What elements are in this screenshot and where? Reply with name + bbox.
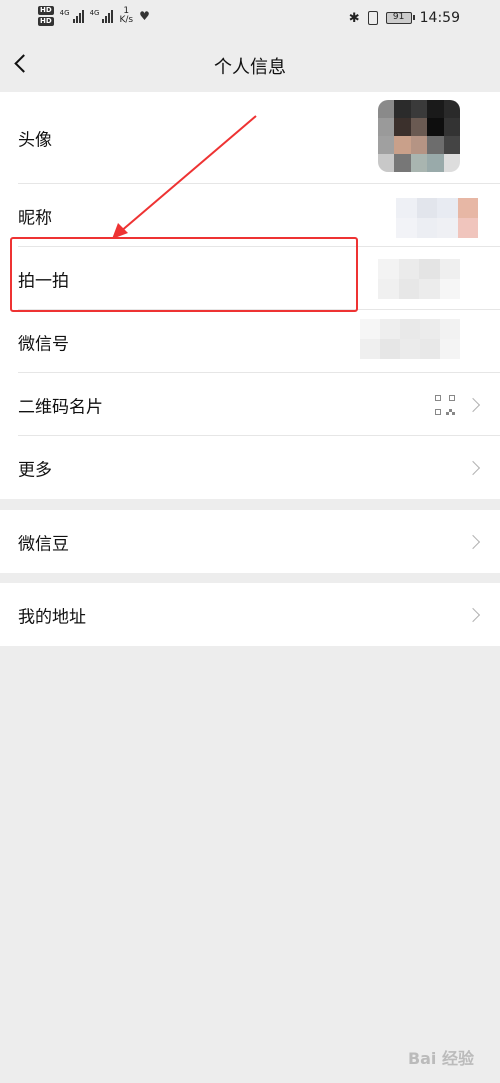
row-label: 头像 xyxy=(18,130,52,151)
row-label: 更多 xyxy=(18,460,52,480)
status-bar: HD HD 4G 4G 1 K/s ♥ ✱ 91 14:59 xyxy=(0,0,500,38)
row-avatar[interactable]: 头像 xyxy=(0,92,500,184)
network-speed: 1 K/s xyxy=(119,6,134,25)
hd-badge: HD xyxy=(38,6,54,15)
row-label: 我的地址 xyxy=(18,607,86,627)
row-label: 昵称 xyxy=(18,208,52,228)
page-title: 个人信息 xyxy=(214,57,286,78)
chevron-right-icon xyxy=(465,397,481,412)
chevron-right-icon xyxy=(465,607,481,622)
nav-bar: 个人信息 xyxy=(0,38,500,92)
signal-icon: 4G xyxy=(60,9,84,23)
chevron-right-icon xyxy=(465,460,481,475)
wechat-id-value xyxy=(360,319,460,359)
row-label: 二维码名片 xyxy=(18,397,103,417)
watermark: Bai 经验 xyxy=(407,1049,474,1068)
row-qr-card[interactable]: 二维码名片 xyxy=(0,373,500,436)
address-group: 我的地址 xyxy=(0,583,500,646)
network-type: 4G xyxy=(89,9,100,17)
status-time: 14:59 xyxy=(419,10,460,26)
wechat-beans-group: 微信豆 xyxy=(0,510,500,573)
bluetooth-icon: ✱ xyxy=(348,10,360,26)
row-label: 微信号 xyxy=(18,334,69,354)
status-right: ✱ 91 14:59 xyxy=(349,10,460,26)
status-left: HD HD 4G 4G 1 K/s ♥ xyxy=(38,6,150,26)
row-wechat-beans[interactable]: 微信豆 xyxy=(0,510,500,573)
row-my-address[interactable]: 我的地址 xyxy=(0,583,500,646)
heart-pulse-icon: ♥ xyxy=(139,9,150,23)
battery-icon: 91 xyxy=(385,12,415,24)
avatar[interactable] xyxy=(378,100,460,172)
highlight-box xyxy=(10,237,358,312)
hd-badge: HD xyxy=(38,17,54,26)
signal-icon: 4G xyxy=(90,9,114,23)
network-type: 4G xyxy=(59,9,70,17)
pat-pat-value xyxy=(378,259,460,299)
qr-code-icon xyxy=(435,394,455,415)
vibrate-icon xyxy=(367,11,378,25)
row-label: 微信豆 xyxy=(18,534,69,554)
nickname-value xyxy=(396,198,478,238)
chevron-right-icon xyxy=(465,534,481,549)
row-wechat-id[interactable]: 微信号 xyxy=(0,310,500,373)
row-more[interactable]: 更多 xyxy=(0,436,500,499)
